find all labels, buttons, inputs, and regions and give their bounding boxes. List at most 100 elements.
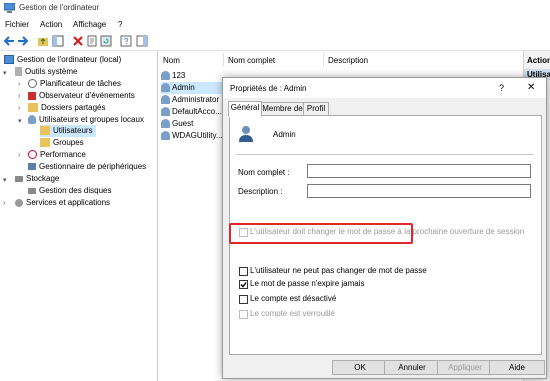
username-label: Admin (273, 130, 296, 139)
user-icon (161, 107, 170, 117)
tree-label: Gestion de l'ordinateur (local) (17, 55, 122, 64)
expand-arrow-icon[interactable]: › (18, 152, 26, 159)
help-button[interactable]: Aide (489, 360, 545, 375)
close-icon[interactable]: ✕ (527, 82, 535, 93)
highlight-box (229, 223, 413, 244)
folder-icon (40, 138, 50, 148)
dialog-help-icon[interactable]: ? (499, 83, 504, 93)
tree-node-services[interactable]: Services et applications (15, 197, 110, 209)
event-viewer-icon (28, 91, 36, 100)
folder-icon (40, 126, 50, 136)
tree-label: Dossiers partagés (41, 103, 106, 112)
computer-management-icon (4, 3, 15, 13)
collapse-arrow-icon[interactable]: ▾ (18, 117, 26, 125)
device-manager-icon (28, 163, 36, 171)
delete-icon[interactable] (72, 35, 84, 47)
user-icon (161, 95, 170, 105)
tree-label: Utilisateurs (53, 126, 93, 135)
tree-node-groupes[interactable]: Groupes (40, 137, 84, 149)
row-name: 123 (172, 71, 186, 80)
column-header-nom-complet[interactable]: Nom complet (228, 56, 275, 65)
menu-help[interactable]: ? (118, 20, 122, 29)
user-icon (161, 71, 170, 81)
menu-action[interactable]: Action (40, 20, 62, 29)
tree-label: Planificateur de tâches (40, 79, 121, 88)
collapse-arrow-icon[interactable]: ▾ (3, 176, 11, 184)
apply-button[interactable]: Appliquer (437, 360, 493, 375)
tree-node-outils-systeme[interactable]: Outils système (15, 66, 77, 78)
row-name: Administrator (172, 95, 220, 104)
tree-node-disques[interactable]: Gestion des disques (28, 185, 112, 197)
actions-header: Action (527, 56, 550, 65)
description-field[interactable] (307, 184, 531, 198)
console-tree-icon[interactable] (52, 35, 64, 47)
tree-node-planificateur[interactable]: Planificateur de tâches (28, 78, 121, 90)
table-row[interactable]: Administrator (161, 94, 231, 106)
services-icon (15, 198, 23, 207)
collapse-arrow-icon[interactable]: ▾ (3, 69, 11, 77)
back-arrow-icon[interactable] (3, 35, 15, 47)
refresh-icon[interactable] (100, 35, 112, 47)
expand-arrow-icon[interactable]: › (18, 81, 26, 88)
performance-icon (28, 150, 37, 160)
fullname-field[interactable] (307, 164, 531, 178)
dialog-title-bar: Propriétés de : Admin ? ✕ (223, 78, 546, 98)
users-icon (28, 115, 36, 125)
dialog-title: Propriétés de : Admin (230, 84, 307, 93)
tree-label: Utilisateurs et groupes locaux (39, 115, 144, 124)
description-label: Description : (238, 187, 283, 196)
password-never-expires-label: Le mot de passe n'expire jamais (250, 279, 365, 288)
table-row[interactable]: 123 (161, 70, 231, 82)
table-row[interactable]: DefaultAcco... (161, 106, 231, 118)
cancel-button[interactable]: Annuler (384, 360, 440, 375)
help-icon[interactable]: ? (120, 35, 132, 47)
tree-node-dossiers[interactable]: Dossiers partagés (28, 102, 105, 114)
ok-button[interactable]: OK (332, 360, 388, 375)
tree-node-utilisateurs[interactable]: Utilisateurs (40, 125, 96, 137)
menu-fichier[interactable]: Fichier (5, 20, 29, 29)
forward-arrow-icon[interactable] (17, 35, 29, 47)
tree-label: Outils système (25, 67, 78, 76)
row-name: Guest (172, 119, 194, 128)
tree-node-stockage[interactable]: Stockage (15, 173, 59, 185)
fullname-label: Nom complet : (238, 168, 290, 177)
user-avatar-icon (239, 126, 253, 142)
table-row[interactable]: WDAGUtility... (161, 130, 231, 142)
table-row[interactable]: Admin (161, 82, 231, 94)
console-tree: Gestion de l'ordinateur (local) ▾ Outils… (0, 51, 158, 381)
password-never-expires-checkbox[interactable] (239, 280, 248, 289)
cannot-change-password-checkbox[interactable] (239, 267, 248, 276)
tree-node-gestionnaire[interactable]: Gestionnaire de périphériques (28, 161, 146, 173)
tree-node-observateur[interactable]: Observateur d'événements (28, 90, 135, 102)
tree-node-performance[interactable]: Performance (28, 149, 86, 161)
account-locked-checkbox[interactable] (239, 310, 248, 319)
column-header-description[interactable]: Description (328, 56, 368, 65)
tree-label: Observateur d'événements (39, 91, 135, 100)
action-pane-icon[interactable] (136, 35, 148, 47)
menu-affichage[interactable]: Affichage (73, 20, 106, 29)
properties-icon[interactable] (86, 35, 98, 47)
tab-general[interactable]: Général (228, 101, 262, 117)
tab-membre-de[interactable]: Membre de (261, 102, 304, 116)
tree-label: Stockage (26, 174, 60, 183)
column-header-nom[interactable]: Nom (163, 56, 180, 65)
table-row[interactable]: Guest (161, 118, 231, 130)
divider (236, 154, 534, 155)
storage-icon (15, 175, 23, 182)
column-divider (223, 53, 224, 66)
user-icon (161, 83, 170, 93)
folder-up-icon[interactable] (37, 35, 49, 47)
account-disabled-checkbox[interactable] (239, 295, 248, 304)
menu-bar: Fichier Action Affichage ? (0, 17, 550, 32)
expand-arrow-icon[interactable]: › (3, 200, 11, 207)
tree-node-root[interactable]: Gestion de l'ordinateur (local) (4, 54, 121, 66)
tree-label: Services et applications (26, 198, 111, 207)
shared-folder-icon (28, 103, 38, 113)
row-name: WDAGUtility... (172, 131, 223, 140)
clock-icon (28, 79, 37, 89)
window-title: Gestion de l'ordinateur (19, 3, 100, 12)
expand-arrow-icon[interactable]: › (18, 105, 26, 112)
tab-profil[interactable]: Profil (303, 102, 329, 116)
checkmark-icon (240, 282, 247, 288)
expand-arrow-icon[interactable]: › (18, 93, 26, 100)
